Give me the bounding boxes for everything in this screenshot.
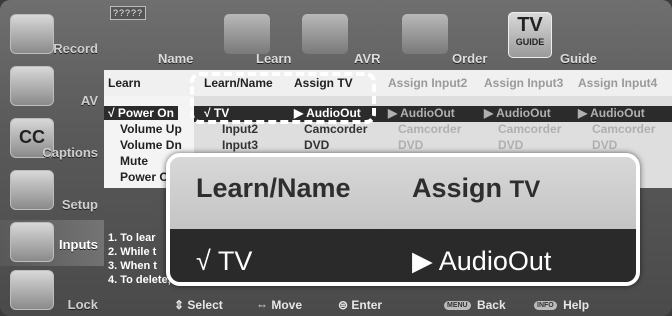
instruction-line: 2. While t <box>108 246 157 258</box>
sidebar-item-label: Captions <box>42 145 98 160</box>
header-assign-input2: Assign Input2 <box>388 76 468 90</box>
footer-help: INFO Help <box>534 298 589 312</box>
input-jack-icon <box>10 222 54 262</box>
top-tab-bar: ????? Name Learn AVR Order TV GUIDE Guid… <box>104 0 672 72</box>
learn-item-volume-up[interactable]: Volume Up <box>120 122 182 136</box>
cell-assign-input3[interactable]: Camcorder <box>498 122 561 136</box>
sidebar-item-setup[interactable]: Setup <box>0 168 104 214</box>
zoom-header-tv: TV <box>509 176 541 203</box>
zoom-value-band: √ TV ▶ AudioOut <box>170 229 636 282</box>
footer-back: MENU Back <box>444 298 506 312</box>
sidebar-item-captions[interactable]: CC Captions <box>0 116 104 162</box>
sidebar-item-lock[interactable]: Lock <box>0 268 104 314</box>
learn-item-mute[interactable]: Mute <box>120 154 148 168</box>
tab-name[interactable]: ????? Name <box>104 0 214 72</box>
tv-menu-screen: Record AV CC Captions Setup Inputs Lock … <box>0 0 672 316</box>
tab-label: Learn <box>256 51 292 66</box>
header-assign-input3: Assign Input3 <box>484 76 564 90</box>
speaker-icon <box>10 66 54 106</box>
remote-icon <box>224 14 270 54</box>
cell-assign-tv[interactable]: DVD <box>304 138 329 152</box>
footer-help-label: Help <box>563 298 590 312</box>
cell-assign-input3[interactable]: DVD <box>498 138 523 152</box>
sidebar: Record AV CC Captions Setup Inputs Lock <box>0 0 104 316</box>
cell-learn-name[interactable]: Input2 <box>222 122 258 136</box>
footer-select-label: Select <box>187 298 223 312</box>
sidebar-item-label: Inputs <box>59 237 98 252</box>
zoom-header-assign: Assign TV <box>412 173 540 204</box>
tab-order[interactable]: Order <box>398 0 498 72</box>
footer-move-label: Move <box>271 298 303 312</box>
cell-learn-name[interactable]: Input3 <box>222 138 258 152</box>
name-badge: ????? <box>110 6 147 20</box>
tv-guide-icon: TV GUIDE <box>508 12 552 58</box>
lock-icon <box>10 270 54 310</box>
cell-assign-input4[interactable]: Camcorder <box>592 122 655 136</box>
sidebar-item-av[interactable]: AV <box>0 64 104 110</box>
sidebar-item-inputs[interactable]: Inputs <box>0 220 104 266</box>
zoom-value-learn-name: √ TV <box>196 246 253 276</box>
leftright-arrows-icon: ⇔ <box>256 298 268 312</box>
cell-assign-input4[interactable]: DVD <box>592 138 617 152</box>
sidebar-item-label: Setup <box>61 197 98 212</box>
cell-assign-tv[interactable]: Camcorder <box>304 122 367 136</box>
tab-label: Order <box>452 51 488 66</box>
instruction-line: 3. When t <box>108 260 157 272</box>
record-icon <box>10 14 54 54</box>
highlight-dashed-box <box>190 72 376 124</box>
footer-enter: ⊜ Enter <box>338 298 382 312</box>
header-learn: Learn <box>108 76 141 90</box>
avr-speaker-icon <box>302 14 348 54</box>
tab-label: AVR <box>354 51 381 66</box>
zoom-header-assign-word: Assign <box>412 173 503 203</box>
sidebar-item-label: AV <box>80 93 98 108</box>
updown-arrows-icon: ⇕ <box>174 298 185 312</box>
instruction-line: 1. To lear <box>108 232 156 244</box>
footer-hints: ⇕ Select ⇔ Move ⊜ Enter MENU Back INFO H… <box>104 296 672 316</box>
tab-learn[interactable]: Learn <box>216 0 312 72</box>
zoom-value-assign-tv: ▶ AudioOut <box>412 246 552 276</box>
sidebar-item-label: Lock <box>67 297 98 312</box>
tv-guide-tv-text: TV <box>517 14 543 36</box>
gamepad-icon <box>402 14 448 54</box>
cell-assign-input4[interactable]: ▶ AudioOut <box>578 106 645 120</box>
tv-guide-guide-text: GUIDE <box>515 37 545 47</box>
footer-enter-label: Enter <box>351 298 383 312</box>
learn-item-power-on[interactable]: √ Power On <box>104 106 178 120</box>
info-key-icon: INFO <box>534 301 557 311</box>
menu-key-icon: MENU <box>444 301 471 311</box>
zoom-header-learn-name: Learn/Name <box>196 173 351 203</box>
tab-avr[interactable]: AVR <box>300 0 396 72</box>
cell-assign-input2[interactable]: ▶ AudioOut <box>388 106 455 120</box>
tab-label: Name <box>158 51 194 66</box>
footer-back-label: Back <box>476 298 506 312</box>
footer-move: ⇔ Move <box>256 298 302 312</box>
enter-button-icon: ⊜ <box>338 298 349 312</box>
sidebar-item-record[interactable]: Record <box>0 12 104 58</box>
cell-assign-input2[interactable]: Camcorder <box>398 122 461 136</box>
monitor-icon <box>10 170 54 210</box>
sidebar-item-label: Record <box>53 41 98 56</box>
tab-guide[interactable]: TV GUIDE Guide <box>506 0 606 72</box>
zoom-header-band: Learn/Name Assign TV <box>170 157 636 229</box>
cell-assign-input3[interactable]: ▶ AudioOut <box>484 106 551 120</box>
footer-select: ⇕ Select <box>174 298 223 312</box>
cell-assign-input2[interactable]: DVD <box>398 138 423 152</box>
zoom-callout: Learn/Name Assign TV √ TV ▶ AudioOut <box>166 153 640 286</box>
tab-label: Guide <box>560 51 597 66</box>
learn-item-volume-dn[interactable]: Volume Dn <box>120 138 182 152</box>
header-assign-input4: Assign Input4 <box>578 76 658 90</box>
